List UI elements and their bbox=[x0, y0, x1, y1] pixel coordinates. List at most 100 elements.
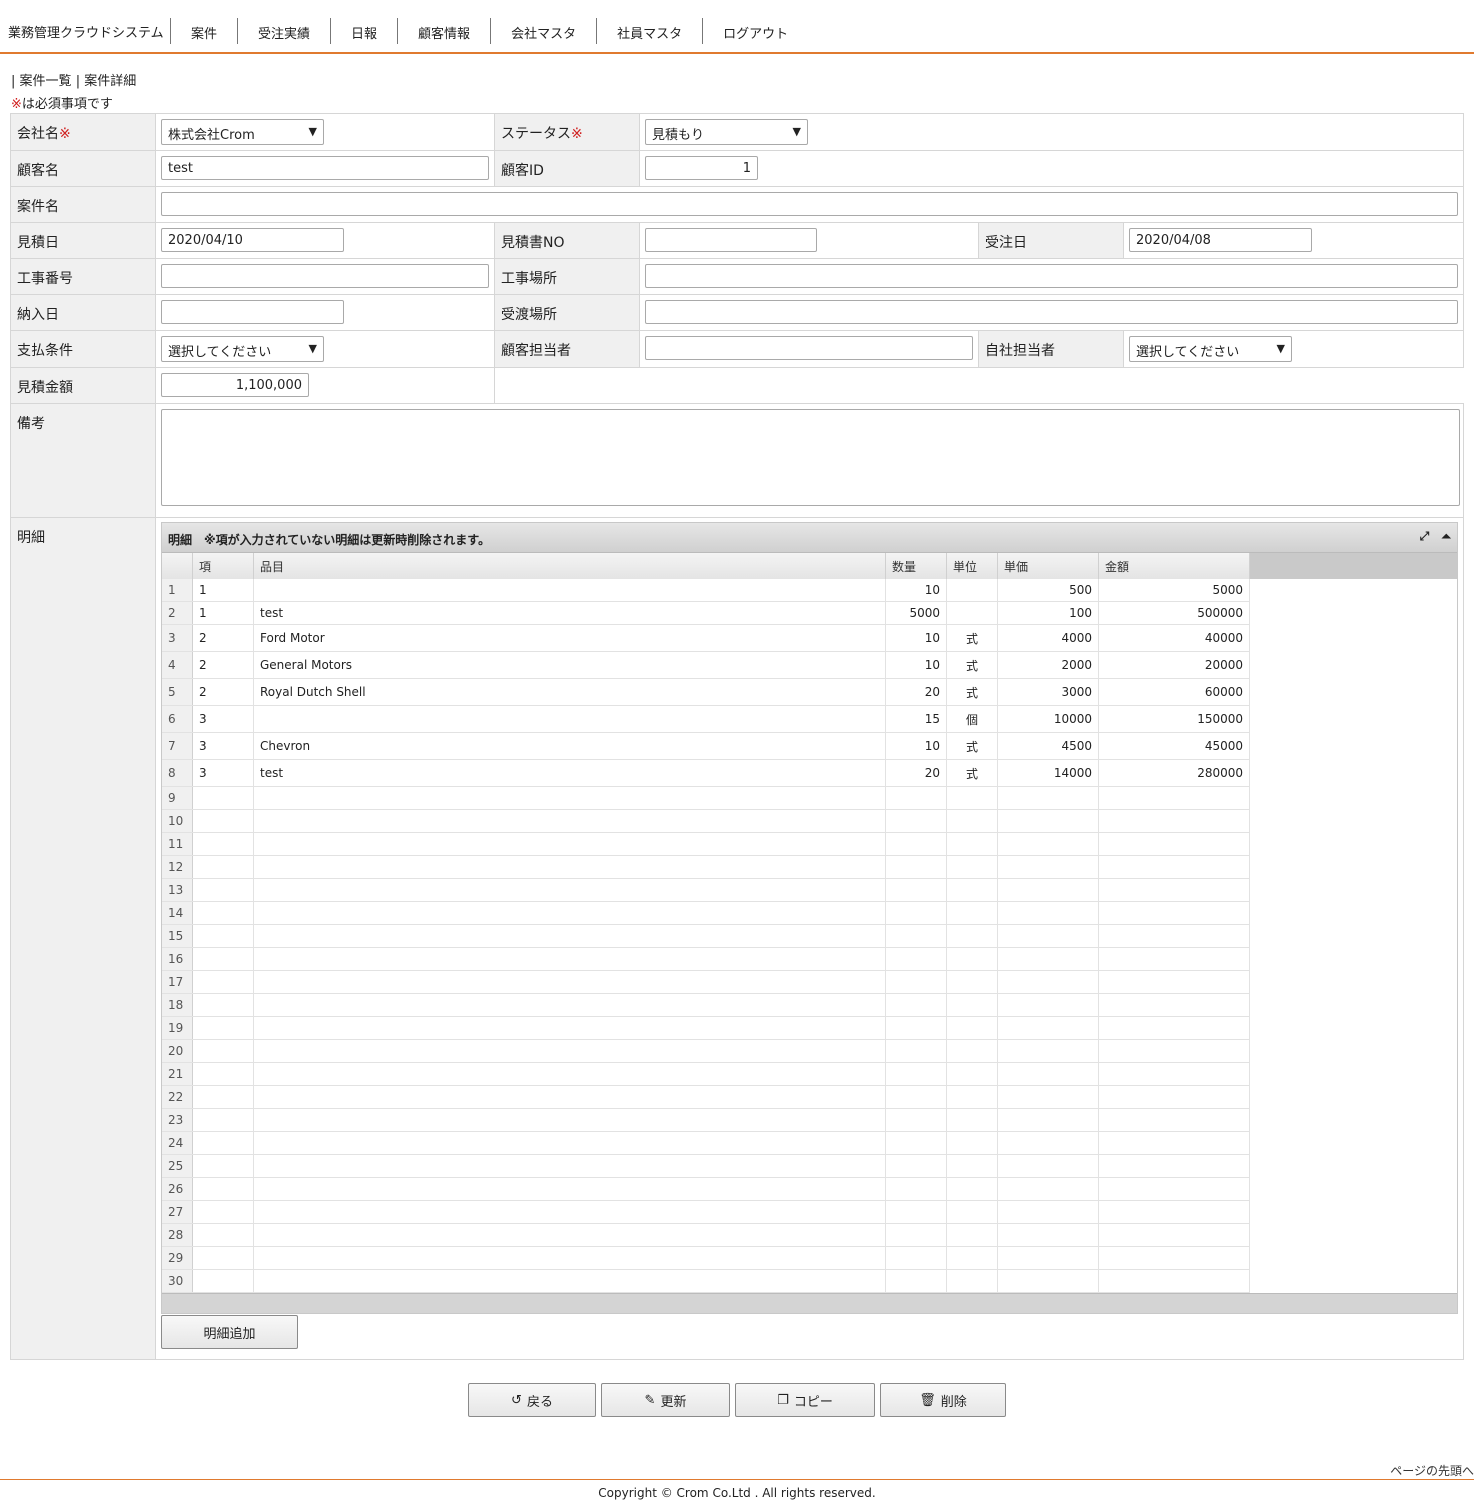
amount-cell[interactable] bbox=[1099, 1063, 1250, 1085]
amount-cell[interactable] bbox=[1099, 1017, 1250, 1039]
nav-item-employee-master[interactable]: 社員マスタ bbox=[596, 18, 702, 44]
item-cell[interactable] bbox=[193, 925, 254, 947]
quantity-cell[interactable] bbox=[886, 1224, 947, 1246]
quantity-cell[interactable]: 5000 bbox=[886, 602, 947, 624]
product-cell[interactable] bbox=[254, 833, 886, 855]
unit-price-cell[interactable] bbox=[998, 1017, 1099, 1039]
product-cell[interactable] bbox=[254, 1224, 886, 1246]
brand-title[interactable]: 業務管理クラウドシステム bbox=[8, 22, 164, 41]
delete-button[interactable]: 🗑 削除 bbox=[880, 1383, 1006, 1417]
product-cell[interactable] bbox=[254, 1178, 886, 1200]
product-cell[interactable]: Ford Motor bbox=[254, 625, 886, 651]
nav-item-customers[interactable]: 顧客情報 bbox=[397, 18, 490, 44]
item-cell[interactable] bbox=[193, 1063, 254, 1085]
item-cell[interactable] bbox=[193, 833, 254, 855]
nav-item-logout[interactable]: ログアウト bbox=[702, 18, 808, 44]
unit-cell[interactable] bbox=[947, 948, 998, 970]
back-button[interactable]: ↺ 戻る bbox=[468, 1383, 596, 1417]
product-cell[interactable]: test bbox=[254, 602, 886, 624]
quantity-cell[interactable] bbox=[886, 994, 947, 1016]
quantity-cell[interactable] bbox=[886, 1086, 947, 1108]
unit-price-cell[interactable] bbox=[998, 1201, 1099, 1223]
product-cell[interactable] bbox=[254, 1201, 886, 1223]
amount-cell[interactable] bbox=[1099, 1086, 1250, 1108]
own-contact-select[interactable]: 選択してください ▼ bbox=[1129, 336, 1292, 362]
quantity-cell[interactable]: 10 bbox=[886, 579, 947, 601]
item-cell[interactable]: 1 bbox=[193, 579, 254, 601]
add-detail-button[interactable]: 明細追加 bbox=[161, 1315, 298, 1349]
amount-cell[interactable] bbox=[1099, 1040, 1250, 1062]
quantity-cell[interactable] bbox=[886, 948, 947, 970]
item-cell[interactable] bbox=[193, 787, 254, 809]
unit-cell[interactable] bbox=[947, 1132, 998, 1154]
quantity-cell[interactable] bbox=[886, 1155, 947, 1177]
unit-price-cell[interactable] bbox=[998, 879, 1099, 901]
header-unit-price[interactable]: 単価 bbox=[998, 553, 1099, 579]
amount-cell[interactable]: 40000 bbox=[1099, 625, 1250, 651]
item-cell[interactable] bbox=[193, 1132, 254, 1154]
amount-cell[interactable] bbox=[1099, 1224, 1250, 1246]
quantity-cell[interactable] bbox=[886, 833, 947, 855]
unit-price-cell[interactable]: 3000 bbox=[998, 679, 1099, 705]
unit-cell[interactable] bbox=[947, 810, 998, 832]
item-cell[interactable] bbox=[193, 1017, 254, 1039]
unit-price-cell[interactable] bbox=[998, 1132, 1099, 1154]
unit-cell[interactable]: 式 bbox=[947, 625, 998, 651]
unit-cell[interactable]: 式 bbox=[947, 760, 998, 786]
item-cell[interactable] bbox=[193, 1109, 254, 1131]
unit-price-cell[interactable] bbox=[998, 994, 1099, 1016]
unit-price-cell[interactable] bbox=[998, 1109, 1099, 1131]
nav-item-daily-report[interactable]: 日報 bbox=[330, 18, 397, 44]
amount-cell[interactable] bbox=[1099, 833, 1250, 855]
expand-icon[interactable]: ⤢ bbox=[1420, 529, 1430, 543]
estimate-amount-input[interactable] bbox=[161, 373, 309, 397]
unit-price-cell[interactable] bbox=[998, 902, 1099, 924]
product-cell[interactable] bbox=[254, 1040, 886, 1062]
item-cell[interactable]: 1 bbox=[193, 602, 254, 624]
item-cell[interactable] bbox=[193, 994, 254, 1016]
quantity-cell[interactable] bbox=[886, 1270, 947, 1292]
amount-cell[interactable]: 45000 bbox=[1099, 733, 1250, 759]
item-cell[interactable]: 2 bbox=[193, 652, 254, 678]
product-cell[interactable]: test bbox=[254, 760, 886, 786]
estimate-date-input[interactable] bbox=[161, 228, 344, 252]
amount-cell[interactable] bbox=[1099, 971, 1250, 993]
amount-cell[interactable] bbox=[1099, 902, 1250, 924]
unit-price-cell[interactable] bbox=[998, 1270, 1099, 1292]
unit-price-cell[interactable] bbox=[998, 787, 1099, 809]
unit-price-cell[interactable] bbox=[998, 856, 1099, 878]
amount-cell[interactable] bbox=[1099, 1178, 1250, 1200]
quantity-cell[interactable]: 10 bbox=[886, 733, 947, 759]
product-cell[interactable] bbox=[254, 787, 886, 809]
product-cell[interactable] bbox=[254, 706, 886, 732]
product-cell[interactable] bbox=[254, 1132, 886, 1154]
amount-cell[interactable] bbox=[1099, 810, 1250, 832]
status-select[interactable]: 見積もり ▼ bbox=[645, 119, 808, 145]
quantity-cell[interactable] bbox=[886, 902, 947, 924]
product-cell[interactable]: General Motors bbox=[254, 652, 886, 678]
unit-cell[interactable] bbox=[947, 925, 998, 947]
amount-cell[interactable]: 5000 bbox=[1099, 579, 1250, 601]
product-cell[interactable] bbox=[254, 1086, 886, 1108]
item-cell[interactable] bbox=[193, 902, 254, 924]
product-cell[interactable]: Chevron bbox=[254, 733, 886, 759]
delivery-date-input[interactable] bbox=[161, 300, 344, 324]
quantity-cell[interactable]: 20 bbox=[886, 760, 947, 786]
unit-cell[interactable] bbox=[947, 856, 998, 878]
unit-price-cell[interactable]: 10000 bbox=[998, 706, 1099, 732]
item-cell[interactable] bbox=[193, 1086, 254, 1108]
customer-name-input[interactable] bbox=[161, 156, 489, 180]
quantity-cell[interactable] bbox=[886, 1040, 947, 1062]
unit-cell[interactable] bbox=[947, 1224, 998, 1246]
quantity-cell[interactable]: 10 bbox=[886, 652, 947, 678]
collapse-icon[interactable]: ⏶ bbox=[1441, 529, 1451, 543]
unit-price-cell[interactable] bbox=[998, 1040, 1099, 1062]
item-cell[interactable] bbox=[193, 1270, 254, 1292]
quantity-cell[interactable]: 15 bbox=[886, 706, 947, 732]
customer-id-input[interactable] bbox=[645, 156, 758, 180]
unit-price-cell[interactable] bbox=[998, 1155, 1099, 1177]
estimate-no-input[interactable] bbox=[645, 228, 817, 252]
quantity-cell[interactable] bbox=[886, 1132, 947, 1154]
unit-cell[interactable] bbox=[947, 902, 998, 924]
unit-cell[interactable] bbox=[947, 1270, 998, 1292]
